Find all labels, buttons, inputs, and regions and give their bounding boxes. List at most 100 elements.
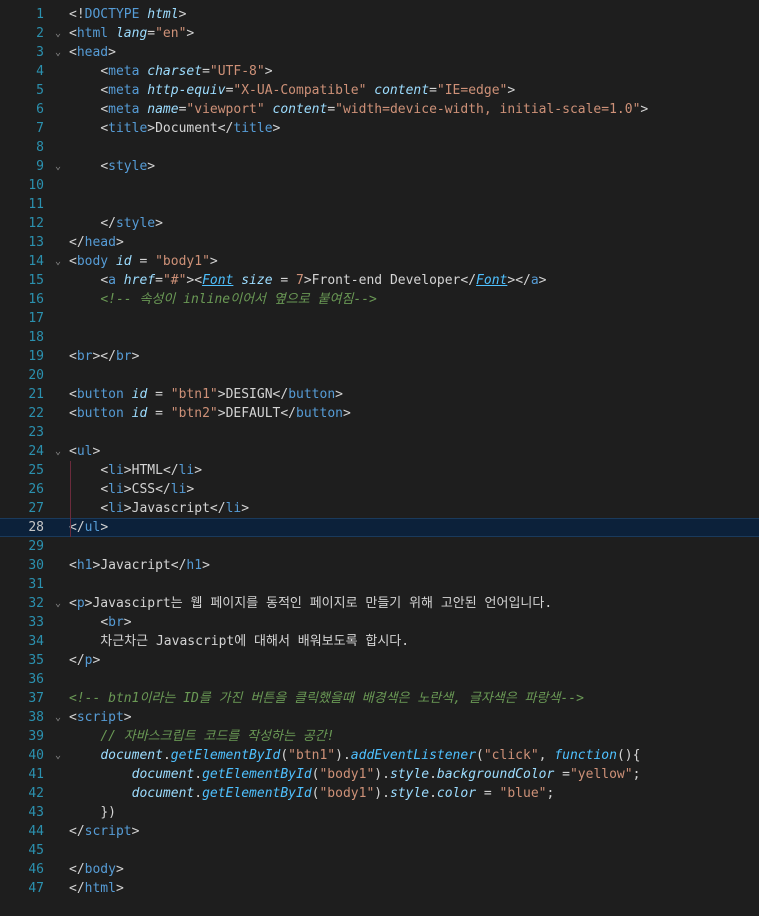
code-line[interactable]: 33 <br> [0,613,759,632]
code-line[interactable]: 36 [0,670,759,689]
code-line[interactable]: 47 </html> [0,879,759,898]
code-line[interactable]: 9 ⌄ <style> [0,157,759,176]
code-line[interactable]: 14 ⌄ <body id = "body1"> [0,252,759,271]
fold-chevron-icon[interactable]: ⌄ [52,746,64,765]
code-line[interactable]: 11 [0,195,759,214]
code-line[interactable]: 37 <!-- btn1이라는 ID를 가진 버튼을 클릭했을때 배경색은 노란색… [0,689,759,708]
code-line[interactable]: 26 <li>CSS</li> [0,480,759,499]
code-token: > [241,501,250,516]
code-text: </script> [69,822,139,841]
code-line[interactable]: 5 <meta http-equiv = "X-UA-Compatible" con… [0,81,759,100]
code-token: "click" [483,748,539,763]
code-line[interactable]: 2 ⌄ <html lang="en"> [0,24,759,43]
code-token: body [84,862,116,877]
code-token: > [264,64,273,79]
code-token: ></ [92,349,116,364]
line-number: 15 [28,273,44,288]
code-line[interactable]: 21 <button id = "btn1">DESIGN</button> [0,385,759,404]
code-line[interactable]: 46 </body> [0,860,759,879]
code-line[interactable]: 4 <meta charset="UTF-8"> [0,62,759,81]
code-line[interactable]: 34 차근차근 Javascript에 대해서 배워보도록 합시다. [0,632,759,651]
fold-chevron-icon[interactable]: ⌄ [52,252,64,271]
code-line[interactable]: 45 [0,841,759,860]
code-text: <head> [69,43,116,62]
code-line[interactable]: 24 ⌄ <ul> [0,442,759,461]
code-line[interactable]: 3 ⌄ <head> [0,43,759,62]
code-line[interactable]: 23 [0,423,759,442]
code-line[interactable]: 15 <a href="#"><Font size = 7>Front-end … [0,271,759,290]
code-line[interactable]: 25 <li>HTML</li> [0,461,759,480]
line-number: 23 [28,425,44,440]
code-line[interactable]: 16 <!-- 속성이 inline이어서 옆으로 붙여짐--> [0,290,759,309]
code-line[interactable]: 12 </style> [0,214,759,233]
code-text: </p> [69,651,100,670]
code-line[interactable]: 8 [0,138,759,157]
code-token: > [92,653,101,668]
code-line[interactable]: 1 <!DOCTYPE html> [0,5,759,24]
code-line[interactable]: 19 <br></br> [0,347,759,366]
fold-chevron-icon[interactable]: ⌄ [52,442,64,461]
code-token: </ [155,482,171,497]
code-line[interactable]: 43 }) [0,803,759,822]
code-text: </ul> [69,519,108,536]
fold-chevron-icon[interactable]: ⌄ [52,24,64,43]
code-line[interactable]: 28 </ul> [0,518,759,537]
code-token: head [84,235,116,250]
code-line[interactable]: 20 [0,366,759,385]
code-text: <meta http-equiv = "X-UA-Compatible" conte… [69,81,515,100]
code-token: < [69,596,77,611]
code-editor[interactable]: 1 <!DOCTYPE html> 2 ⌄ <html lang="en"> 3 ⌄ <hea… [0,0,759,916]
code-line[interactable]: 40 ⌄ document.getElementById("btn1").addE… [0,746,759,765]
code-token: > [272,121,281,136]
code-text: </html> [69,879,124,898]
code-line[interactable]: 17 [0,309,759,328]
code-line[interactable]: 22 <button id = "btn2">DEFAULT</button> [0,404,759,423]
line-number: 34 [28,634,44,649]
code-token: = [155,273,163,288]
code-line[interactable]: 31 [0,575,759,594]
code-token: "btn1" [288,748,336,763]
code-token: a [530,273,539,288]
code-token: = [483,786,492,801]
fold-chevron-icon[interactable]: ⌄ [52,43,64,62]
code-token: html [76,26,109,41]
code-line[interactable]: 18 [0,328,759,347]
code-token: "btn1" [170,387,218,402]
code-text: <title>Document</title> [69,119,280,138]
code-token: script [84,824,132,839]
code-token: . [162,748,171,763]
code-line[interactable]: 38 ⌄ <script> [0,708,759,727]
code-line[interactable]: 44 </script> [0,822,759,841]
code-line[interactable]: 41 document.getElementById("body1").styl… [0,765,759,784]
code-line[interactable]: 6 <meta name="viewport" content="width=d… [0,100,759,119]
code-text: document.getElementById("body1").style.c… [69,784,555,803]
code-line[interactable]: 27 <li>Javascript</li> [0,499,759,518]
code-token: title [108,121,148,136]
code-line[interactable]: 39 // 자바스크립트 코드를 작성하는 공간! [0,727,759,746]
line-number: 13 [28,235,44,250]
code-token: < [69,558,77,573]
code-line[interactable]: 29 [0,537,759,556]
code-token: < [194,273,203,288]
code-token: < [69,387,77,402]
code-line[interactable]: 13 </head> [0,233,759,252]
code-text: <html lang="en"> [69,24,194,43]
code-line[interactable]: 7 <title>Document</title> [0,119,759,138]
code-token: > [100,520,109,535]
fold-chevron-icon[interactable]: ⌄ [52,157,64,176]
fold-chevron-icon[interactable]: ⌄ [52,708,64,727]
line-number: 36 [28,672,44,687]
code-line[interactable]: 10 [0,176,759,195]
code-line[interactable]: 32 ⌄ <p>Javasciprt는 웹 페이지를 동적인 페이지로 만들기 위해… [0,594,759,613]
code-line[interactable]: 42 document.getElementById("body1").styl… [0,784,759,803]
fold-chevron-icon[interactable]: ⌄ [52,594,64,613]
code-line[interactable]: 35 </p> [0,651,759,670]
code-line[interactable]: 30 <h1>Javacript</h1> [0,556,759,575]
